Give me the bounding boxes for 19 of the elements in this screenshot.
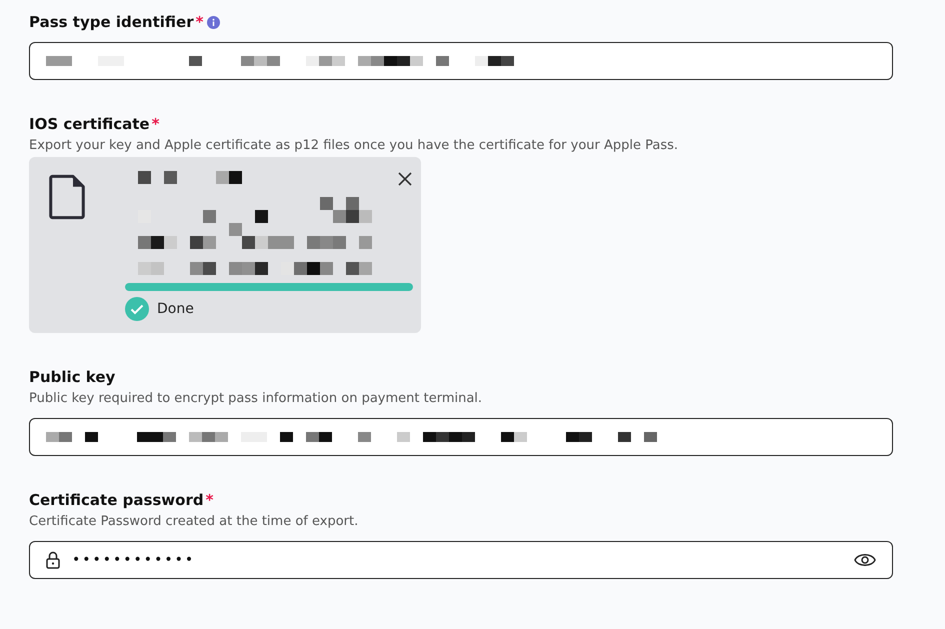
- field-description: Export your key and Apple certificate as p12 files once you have the certificate for your Apple Pass.: [29, 138, 680, 153]
- field-label: IOS certificate: [29, 115, 150, 133]
- required-asterisk: *: [152, 115, 160, 133]
- upload-status: Done: [157, 301, 194, 317]
- field-label: Public key: [29, 368, 116, 386]
- required-asterisk: *: [196, 13, 204, 31]
- field-label: Pass type identifier: [29, 13, 194, 31]
- field-description: Public key required to encrypt pass information on payment terminal.: [29, 391, 484, 406]
- field-label: Certificate password: [29, 491, 204, 509]
- lock-icon: [46, 551, 60, 569]
- info-icon[interactable]: [207, 16, 220, 28]
- password-value: ••••••••••••: [72, 552, 196, 568]
- field-description: Certificate Password created at the time of export.: [29, 514, 360, 529]
- close-icon[interactable]: [397, 171, 413, 187]
- text-field[interactable]: [29, 418, 893, 456]
- required-asterisk: *: [206, 491, 214, 509]
- password-field[interactable]: ••••••••••••: [29, 541, 893, 579]
- show-password-icon[interactable]: [854, 553, 876, 567]
- text-field[interactable]: [29, 42, 893, 80]
